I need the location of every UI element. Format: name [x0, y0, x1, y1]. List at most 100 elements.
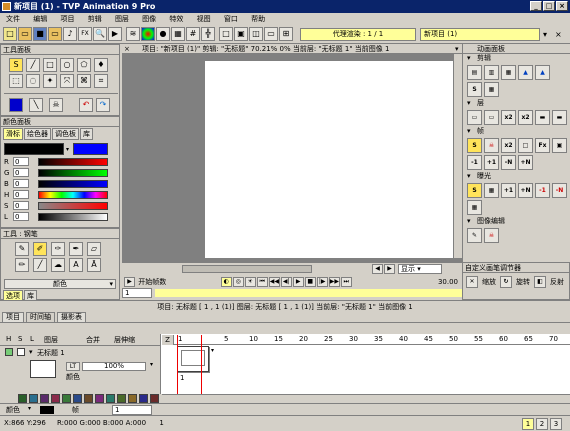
image-paint-icon[interactable]: ✎ — [467, 228, 482, 243]
polygon-tool-icon[interactable]: ⬠ — [77, 58, 91, 72]
layer-merge-icon[interactable]: ▬ — [535, 110, 550, 125]
menu-view[interactable]: 视图 — [197, 15, 211, 23]
undo-icon[interactable]: ↶ — [79, 98, 93, 112]
frame-s-icon[interactable]: S — [467, 138, 482, 153]
rectangle-tool-icon[interactable]: □ — [43, 58, 57, 72]
menu-edit[interactable]: 编辑 — [33, 15, 47, 23]
secondary-color-swatch[interactable] — [73, 143, 108, 155]
layer-del-icon[interactable]: ▬ — [552, 110, 567, 125]
loop-icon[interactable]: ◐ — [220, 277, 232, 287]
layer-visible-toggle[interactable] — [5, 348, 13, 356]
select-wand-icon[interactable]: ✦ — [43, 74, 57, 88]
sound-icon[interactable]: ♪ — [63, 27, 77, 41]
zoom-adjust-icon[interactable]: ✕ — [466, 276, 478, 288]
first-frame-icon[interactable]: ⏮ — [256, 277, 268, 287]
pen-brush-icon[interactable]: ✎ — [15, 242, 29, 256]
section-frame[interactable]: 帧 — [463, 127, 570, 136]
tab-project[interactable]: 项目 — [2, 312, 24, 323]
menu-window[interactable]: 窗口 — [224, 15, 238, 23]
color-swatch[interactable] — [117, 394, 126, 403]
color-swatch[interactable] — [51, 394, 60, 403]
canvas-close-icon[interactable]: × — [124, 45, 130, 53]
slider-g[interactable] — [38, 169, 108, 177]
foreground-color-icon[interactable] — [9, 98, 23, 112]
exposure-add1-icon[interactable]: +1 — [501, 183, 516, 198]
airbrush-icon[interactable]: ✑ — [51, 242, 65, 256]
text-frame-icon[interactable]: Ā — [87, 258, 101, 272]
project-tab[interactable]: 新项目 (1) — [420, 28, 540, 41]
nav-right-icon[interactable]: ▶ — [384, 264, 395, 274]
color-swatch[interactable] — [18, 394, 27, 403]
color-swatch[interactable] — [106, 394, 115, 403]
eraser-icon[interactable]: ▱ — [87, 242, 101, 256]
last-frame-icon[interactable]: ⏭ — [340, 277, 352, 287]
frame-prevn-icon[interactable]: -N — [501, 155, 516, 170]
image-erase-icon[interactable]: ☠ — [484, 228, 499, 243]
next-frame-icon[interactable]: |▶ — [316, 277, 328, 287]
ellipse-tool-icon[interactable]: ○ — [60, 58, 74, 72]
menu-help[interactable]: 帮助 — [251, 15, 265, 23]
play-button-icon[interactable]: ▶ — [292, 277, 304, 287]
exposure-grid-icon[interactable]: ▦ — [484, 183, 499, 198]
view-half-icon[interactable]: ▣ — [234, 27, 248, 41]
menu-layer[interactable]: 图层 — [115, 15, 129, 23]
color-dropdown-icon[interactable]: ▾ — [66, 146, 69, 153]
view-dual-icon[interactable]: ⊞ — [279, 27, 293, 41]
layers-icon[interactable]: ≋ — [126, 27, 140, 41]
save-icon[interactable]: ■ — [33, 27, 47, 41]
section-image-edit[interactable]: 图像编辑 — [463, 217, 570, 226]
bottom-frame-field[interactable]: 1 — [112, 405, 152, 415]
tab-timeline[interactable]: 时间轴 — [26, 312, 55, 323]
tab-library[interactable]: 库 — [80, 128, 93, 140]
color-swatch[interactable] — [73, 394, 82, 403]
color-swatch[interactable] — [40, 394, 49, 403]
freehand-tool-icon[interactable]: S — [9, 58, 23, 72]
layer-solo-toggle[interactable] — [17, 348, 25, 356]
slider-g-value[interactable]: 0 — [13, 168, 29, 177]
layer-x2-icon[interactable]: x2 — [501, 110, 516, 125]
stop-icon[interactable]: ■ — [304, 277, 316, 287]
slider-r[interactable] — [38, 158, 108, 166]
slider-b-value[interactable]: 0 — [13, 179, 29, 188]
slider-h[interactable] — [38, 191, 108, 199]
clip-dup-icon[interactable]: ▥ — [484, 65, 499, 80]
timeline-hscroll[interactable] — [162, 394, 570, 403]
menu-file[interactable]: 文件 — [6, 15, 20, 23]
frame-skull-icon[interactable]: ☠ — [484, 138, 499, 153]
tab-sliders[interactable]: 滑标 — [3, 128, 23, 140]
minimize-button[interactable]: _ — [530, 1, 542, 11]
frame-blank-icon[interactable]: □ — [518, 138, 533, 153]
clip-new-icon[interactable]: ▤ — [467, 65, 482, 80]
primary-color-swatch[interactable] — [4, 143, 64, 155]
slider-b[interactable] — [38, 180, 108, 188]
exposure-deln-icon[interactable]: -N — [552, 183, 567, 198]
layer-color-label[interactable]: 颜色 — [66, 373, 146, 382]
reflect-adjust-icon[interactable]: ◧ — [534, 276, 546, 288]
onion-skin-icon[interactable]: ◎ — [232, 277, 244, 287]
bottom-color-swatch[interactable] — [40, 406, 54, 414]
frame-prev1-icon[interactable]: -1 — [467, 155, 482, 170]
close-button[interactable]: × — [556, 1, 568, 11]
layer-row[interactable]: ▾ 无标题 1 LT 100% 颜色 ▾ — [0, 346, 160, 394]
color-swatch[interactable] — [62, 394, 71, 403]
prev-frame-icon[interactable]: ◀| — [280, 277, 292, 287]
color-swatch[interactable] — [150, 394, 159, 403]
fill-tool-icon[interactable]: ♦ — [94, 58, 108, 72]
play-icon[interactable]: ▶ — [108, 27, 122, 41]
grid-icon[interactable]: # — [186, 27, 200, 41]
color-swatch[interactable] — [95, 394, 104, 403]
zoom-icon[interactable]: 🔍 — [93, 27, 107, 41]
col-merge[interactable]: 合并 — [86, 335, 100, 345]
frame-nextn-icon[interactable]: +N — [518, 155, 533, 170]
view-full-icon[interactable]: ▭ — [264, 27, 278, 41]
redo-icon[interactable]: ↷ — [96, 98, 110, 112]
clip-split-icon[interactable]: ▦ — [501, 65, 516, 80]
exposure-addn-icon[interactable]: +N — [518, 183, 533, 198]
layer-mode-button[interactable]: LT — [66, 362, 80, 371]
fps-value[interactable]: 30.00 — [438, 276, 458, 288]
proxy-render-field[interactable]: 代理渲染 : 1 / 1 — [300, 28, 416, 41]
layer-x2b-icon[interactable]: x2 — [518, 110, 533, 125]
layer-dup-icon[interactable]: ▭ — [484, 110, 499, 125]
frame-menu-icon[interactable]: ▾ — [211, 347, 214, 354]
menu-image[interactable]: 图像 — [142, 15, 156, 23]
